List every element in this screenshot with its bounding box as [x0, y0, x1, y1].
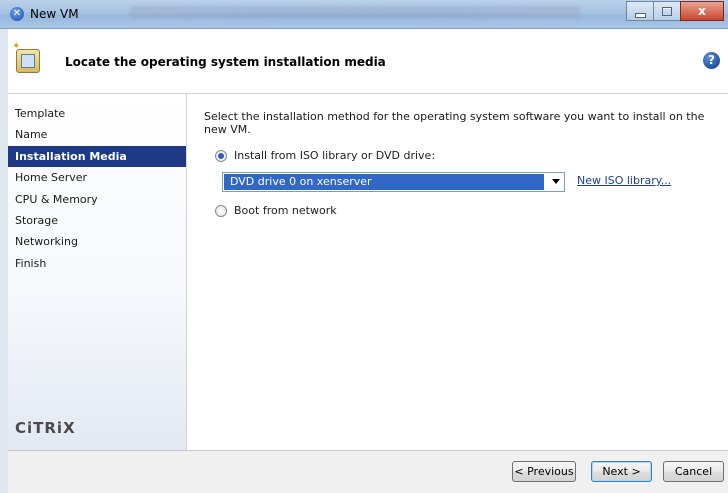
step-list: Template Name Installation Media Home Se… — [8, 103, 186, 274]
maximize-button[interactable] — [653, 1, 681, 21]
step-installation-media[interactable]: Installation Media — [8, 145, 186, 168]
dropdown-arrow-icon[interactable] — [552, 179, 560, 184]
wizard-footer: < Previous Next > Cancel — [8, 450, 728, 493]
step-finish[interactable]: Finish — [8, 253, 186, 274]
wizard-window: Locate the operating system installation… — [8, 29, 728, 493]
instruction-text: Select the installation method for the o… — [204, 110, 705, 136]
cancel-button[interactable]: Cancel — [663, 461, 724, 482]
iso-option-row[interactable]: Install from ISO library or DVD drive: — [215, 149, 435, 162]
step-networking[interactable]: Networking — [8, 231, 186, 252]
minimize-button[interactable] — [626, 1, 654, 21]
main-content: Select the installation method for the o… — [187, 94, 728, 450]
help-icon[interactable]: ? — [703, 52, 720, 69]
step-storage[interactable]: Storage — [8, 210, 186, 231]
step-name[interactable]: Name — [8, 124, 186, 145]
page-title: Locate the operating system installation… — [65, 55, 386, 69]
window-title: New VM — [30, 7, 79, 21]
title-bar: ✕ New VM x — [0, 0, 728, 29]
wizard-icon — [12, 41, 40, 73]
next-button[interactable]: Next > — [591, 461, 652, 482]
wizard-header: Locate the operating system installation… — [8, 29, 728, 94]
new-iso-library-link[interactable]: New ISO library... — [577, 174, 671, 187]
blurred-taskbar-area — [130, 6, 580, 18]
drive-select[interactable]: DVD drive 0 on xenserver — [222, 172, 565, 192]
network-option-label: Boot from network — [234, 204, 337, 217]
close-button[interactable]: x — [680, 1, 724, 21]
previous-button[interactable]: < Previous — [512, 461, 576, 482]
app-icon: ✕ — [10, 7, 24, 21]
window-controls: x — [626, 1, 724, 21]
iso-radio[interactable] — [215, 149, 227, 162]
step-cpu-memory[interactable]: CPU & Memory — [8, 189, 186, 210]
wizard-steps-sidebar: Template Name Installation Media Home Se… — [8, 94, 187, 450]
step-home-server[interactable]: Home Server — [8, 167, 186, 188]
network-option-row[interactable]: Boot from network — [215, 204, 337, 217]
step-template[interactable]: Template — [8, 103, 186, 124]
citrix-logo: CiTRiX — [15, 419, 76, 437]
network-radio[interactable] — [215, 204, 227, 217]
iso-option-label: Install from ISO library or DVD drive: — [234, 149, 436, 162]
drive-select-value: DVD drive 0 on xenserver — [224, 174, 544, 190]
